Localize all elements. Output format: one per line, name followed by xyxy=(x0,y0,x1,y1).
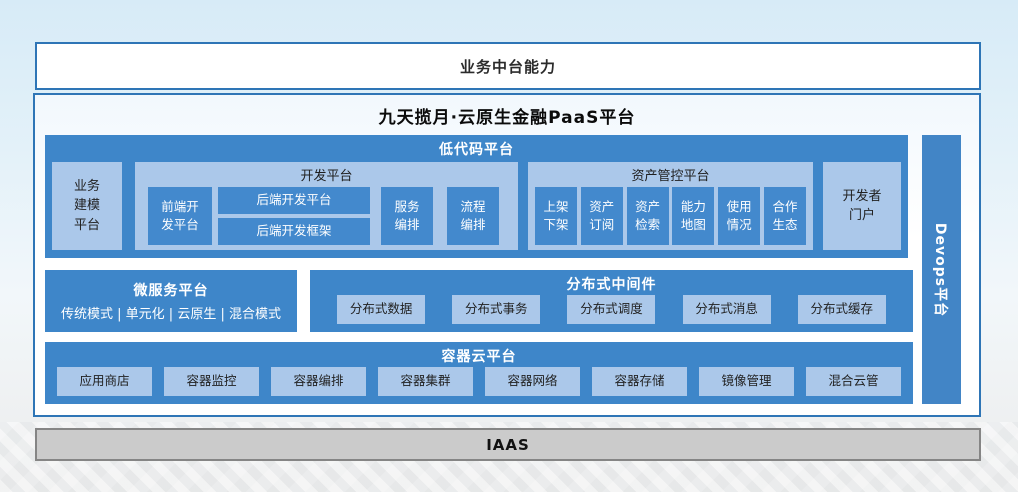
middleware-item-cache: 分布式缓存 xyxy=(798,295,886,324)
container-cloud-items: 应用商店 容器监控 容器编排 容器集群 容器网络 容器存储 镜像管理 混合云管 xyxy=(45,367,913,396)
container-item-storage: 容器存储 xyxy=(592,367,687,396)
middleware-item-scheduling: 分布式调度 xyxy=(567,295,655,324)
asset-item-cooperation: 合作 生态 xyxy=(764,187,806,245)
process-orchestration-box: 流程 编排 xyxy=(447,187,499,245)
frontend-dev-platform-box: 前端开 发平台 xyxy=(148,187,212,245)
asset-item-subscription: 资产 订阅 xyxy=(581,187,623,245)
asset-item-onoff-shelf: 上架 下架 xyxy=(535,187,577,245)
microservice-title: 微服务平台 xyxy=(134,280,209,300)
devops-platform-bar: Devops平台 xyxy=(922,135,961,404)
middleware-item-transaction: 分布式事务 xyxy=(452,295,540,324)
microservice-platform-panel: 微服务平台 传统模式 | 单元化 | 云原生 | 混合模式 xyxy=(45,270,297,332)
asset-control-group: 资产管控平台 上架 下架 资产 订阅 资产 检索 能力 地图 使用 情况 合作 … xyxy=(528,162,813,250)
asset-item-usage: 使用 情况 xyxy=(718,187,760,245)
iaas-label: IAAS xyxy=(486,436,530,454)
container-cloud-panel: 容器云平台 应用商店 容器监控 容器编排 容器集群 容器网络 容器存储 镜像管理… xyxy=(45,342,913,404)
service-orchestration-box: 服务 编排 xyxy=(381,187,433,245)
business-middle-platform-banner: 业务中台能力 xyxy=(35,42,981,90)
container-item-monitoring: 容器监控 xyxy=(164,367,259,396)
distributed-middleware-panel: 分布式中间件 分布式数据 分布式事务 分布式调度 分布式消息 分布式缓存 xyxy=(310,270,913,332)
middleware-item-data: 分布式数据 xyxy=(337,295,425,324)
iaas-bar: IAAS xyxy=(35,428,981,461)
middleware-title: 分布式中间件 xyxy=(310,270,913,294)
microservice-modes: 传统模式 | 单元化 | 云原生 | 混合模式 xyxy=(61,303,281,322)
lowcode-title: 低代码平台 xyxy=(45,135,908,159)
container-item-image-mgmt: 镜像管理 xyxy=(699,367,794,396)
container-item-orchestration: 容器编排 xyxy=(271,367,366,396)
platform-title: 九天揽月·云原生金融PaaS平台 xyxy=(35,103,979,128)
container-item-cluster: 容器集群 xyxy=(378,367,473,396)
container-cloud-title: 容器云平台 xyxy=(45,342,913,366)
container-item-hybrid-cloud: 混合云管 xyxy=(806,367,901,396)
middleware-items: 分布式数据 分布式事务 分布式调度 分布式消息 分布式缓存 xyxy=(310,295,913,324)
asset-control-items: 上架 下架 资产 订阅 资产 检索 能力 地图 使用 情况 合作 生态 xyxy=(535,187,806,245)
dev-platform-group: 开发平台 前端开 发平台 后端开发平台 后端开发框架 服务 编排 流程 编排 xyxy=(135,162,518,250)
banner-label: 业务中台能力 xyxy=(460,56,556,77)
asset-item-search: 资产 检索 xyxy=(627,187,669,245)
backend-dev-framework-box: 后端开发框架 xyxy=(218,218,370,245)
devops-label: Devops平台 xyxy=(932,222,952,316)
lowcode-children: 业务 建模 平台 开发平台 前端开 发平台 后端开发平台 后端开发框架 服务 编… xyxy=(45,162,908,250)
dev-platform-title: 开发平台 xyxy=(135,162,518,184)
paas-platform-container: 九天揽月·云原生金融PaaS平台 低代码平台 业务 建模 平台 开发平台 前端开… xyxy=(33,93,981,417)
asset-item-capability-map: 能力 地图 xyxy=(672,187,714,245)
backend-stack: 后端开发平台 后端开发框架 xyxy=(218,187,370,245)
architecture-diagram: 业务中台能力 九天揽月·云原生金融PaaS平台 低代码平台 业务 建模 平台 开… xyxy=(0,0,1018,492)
developer-portal-box: 开发者 门户 xyxy=(823,162,901,250)
dev-platform-items: 前端开 发平台 后端开发平台 后端开发框架 服务 编排 流程 编排 xyxy=(148,187,518,245)
asset-control-title: 资产管控平台 xyxy=(528,162,813,184)
business-modeling-platform-box: 业务 建模 平台 xyxy=(52,162,122,250)
backend-dev-platform-box: 后端开发平台 xyxy=(218,187,370,214)
container-item-network: 容器网络 xyxy=(485,367,580,396)
middleware-item-message: 分布式消息 xyxy=(683,295,771,324)
lowcode-platform-section: 低代码平台 业务 建模 平台 开发平台 前端开 发平台 后端开发平台 后端开发框… xyxy=(45,135,908,258)
container-item-app-store: 应用商店 xyxy=(57,367,152,396)
